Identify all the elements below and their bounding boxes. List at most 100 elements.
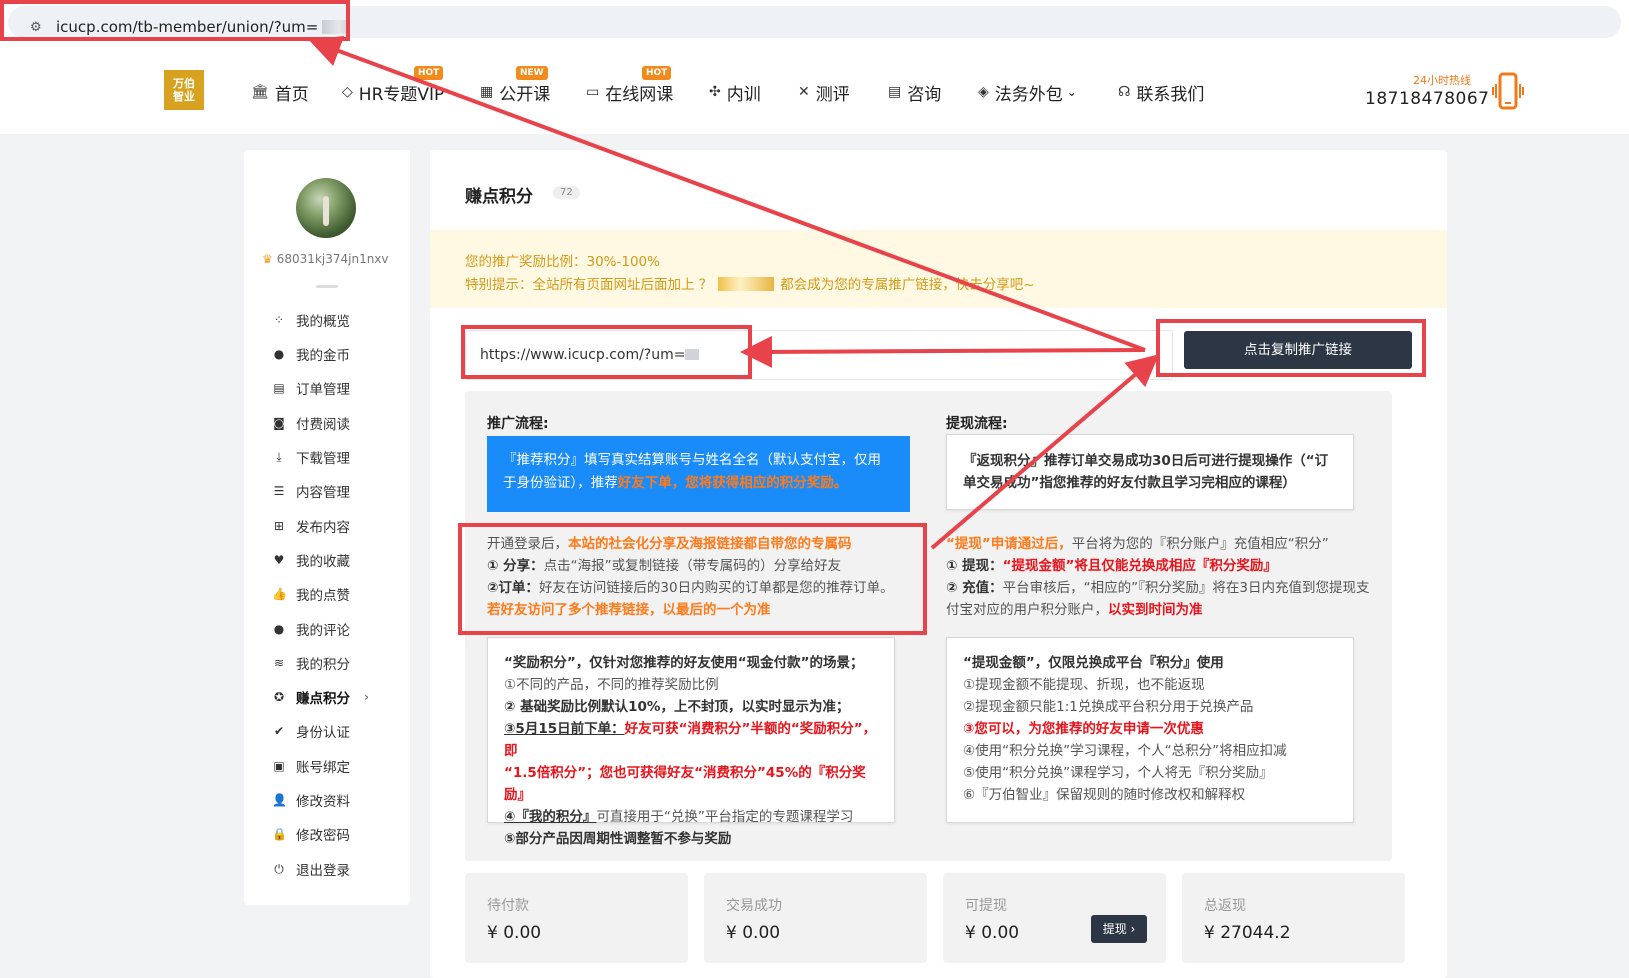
sidebar-item-orders[interactable]: ▤ 订单管理 xyxy=(272,378,350,398)
special-tip: 特别提示：全站所有页面网址后面加上 ？ 都会成为您的专属推广链接，快去分享吧~ xyxy=(465,273,1035,293)
chevron-down-icon: ⌄ xyxy=(1066,85,1077,99)
phone-icon xyxy=(1492,72,1524,110)
rule-line: ④使用“积分兑换”学习课程，个人“总积分”将相应扣减 xyxy=(963,743,1287,759)
avatar[interactable] xyxy=(296,178,356,238)
rule-line: 可直接用于“兑换”平台指定的专题课程学习 xyxy=(596,809,854,825)
nav-label: 法务外包 xyxy=(994,84,1063,105)
sidebar-item-paid-reading[interactable]: ◙ 付费阅读 xyxy=(272,413,350,433)
nav-label: 测评 xyxy=(815,84,850,105)
sidebar-item-downloads[interactable]: ⤓ 下载管理 xyxy=(272,447,350,468)
rule-line: ④『我的积分』 xyxy=(504,809,597,825)
rule-line: ①提现金额不能提现、折现，也不能返现 xyxy=(963,677,1205,693)
coin-icon: ● xyxy=(273,347,285,361)
promotion-steps: 开通登录后，本站的社会化分享及海报链接都自带您的专属码 ① 分享：点击“海报”或… xyxy=(487,533,917,621)
new-badge: NEW xyxy=(516,66,548,80)
power-icon: ⏻ xyxy=(274,861,284,876)
sidebar-item-label: 发布内容 xyxy=(296,520,350,536)
tools-icon: ✕ xyxy=(798,84,810,100)
cashback-text: 『返现积分』推荐订单交易成功30日后可进行提现操作（“订单交易成功”指您推荐的好… xyxy=(963,453,1329,491)
sidebar-item-logout[interactable]: ⏻ 退出登录 xyxy=(272,859,350,880)
sidebar-item-label: 内容管理 xyxy=(296,485,350,501)
sidebar-item-overview[interactable]: ⁘ 我的概览 xyxy=(272,310,350,330)
rule-line: ② 基础奖励比例默认10%，上不封顶，以实时显示为准； xyxy=(504,699,850,715)
sidebar-item-label: 退出登录 xyxy=(296,863,350,879)
sidebar-item-publish[interactable]: ⊞ 发布内容 xyxy=(272,516,350,536)
withdraw-amount-rules: “提现金额”，仅限兑换成平台『积分』使用 ①提现金额不能提现、折现，也不能返现 … xyxy=(946,637,1354,823)
tip-part-b: 都会成为您的专属推广链接，快去分享吧~ xyxy=(780,277,1035,293)
crown-icon: ♛ xyxy=(262,252,273,266)
sidebar-item-verification[interactable]: ✔ 身份认证 xyxy=(272,721,350,741)
sidebar-item-label: 赚点积分 xyxy=(296,691,350,707)
withdraw-steps: “提现”申请通过后，平台将为您的『积分账户』充值相应“积分” ① 提现：“提现金… xyxy=(946,533,1376,621)
monitor-icon: ▭ xyxy=(586,84,600,100)
nav-public-class[interactable]: NEW ▦ 公开课 xyxy=(480,66,550,105)
puzzle-icon: ✣ xyxy=(709,84,721,100)
redacted-code xyxy=(718,277,775,291)
nav-online-course[interactable]: HOT ▭ 在线网课 xyxy=(586,66,673,105)
bank-icon: 🏛 xyxy=(251,84,269,100)
rule-highlight: ③您可以，为您推荐的好友申请一次优惠 xyxy=(963,721,1204,737)
copy-link-button[interactable]: 点击复制推广链接 xyxy=(1184,331,1412,369)
book-icon: ◙ xyxy=(273,416,285,430)
step-label: ① 提现： xyxy=(946,558,1003,574)
nav-hr-vip[interactable]: HOT ◇ HR专题VIP xyxy=(342,66,444,105)
promotion-title: 推广流程: xyxy=(487,416,549,432)
step-label: ② 充值： xyxy=(946,580,1003,596)
nav-contact[interactable]: ☊ 联系我们 xyxy=(1118,80,1204,105)
step-text: 好友在访问链接后的30日内购买的订单都是您的推荐订单。 xyxy=(538,580,894,596)
step-text: 开通登录后， xyxy=(487,536,568,552)
grid-icon: ⁘ xyxy=(273,313,285,327)
sidebar-item-label: 我的积分 xyxy=(296,657,350,673)
promotion-process-panel: 推广流程: 『推荐积分』填写真实结算账号与姓名全名（默认支付宝，仅用于身份验证）… xyxy=(465,391,933,861)
stat-total-cashback: 总返现 ¥ 27044.2 xyxy=(1182,873,1405,963)
coins-stack-icon: ≋ xyxy=(273,656,285,670)
redacted-code xyxy=(322,20,351,34)
sidebar-item-favorites[interactable]: ♥ 我的收藏 xyxy=(272,550,350,570)
step-text: 点击“海报”或复制链接（带专属码的）分享给好友 xyxy=(543,558,842,574)
blue-text-b: 好友下单，您将获得相应的积分奖励。 xyxy=(617,475,848,491)
sidebar-item-label: 我的收藏 xyxy=(296,554,350,570)
url-field[interactable]: ⚙ icucp.com/tb-member/union/?um= xyxy=(8,6,1621,38)
nav-legal[interactable]: ◈ 法务外包 ⌄ xyxy=(978,80,1077,105)
url-text[interactable]: icucp.com/tb-member/union/?um= xyxy=(56,18,351,36)
nav-training[interactable]: ✣ 内训 xyxy=(709,80,761,105)
lock-icon: 🔒 xyxy=(272,827,287,841)
rule-line: ①不同的产品，不同的推荐奖励比例 xyxy=(504,677,719,693)
sidebar-item-password[interactable]: 🔒 修改密码 xyxy=(272,824,350,844)
promo-link-input[interactable]: https://www.icucp.com/?um= xyxy=(465,330,1173,380)
rule-line: “奖励积分”，仅针对您推荐的好友使用“现金付款”的场景； xyxy=(504,655,864,671)
reward-ratio-text: 您的推广奖励比例：30%-100% xyxy=(465,254,660,270)
recommend-points-box: 『推荐积分』填写真实结算账号与姓名全名（默认支付宝，仅用于身份验证），推荐好友下… xyxy=(487,436,910,512)
comment-icon: ● xyxy=(273,622,285,636)
withdraw-button[interactable]: 提现 › xyxy=(1091,915,1147,943)
nav-home[interactable]: 🏛 首页 xyxy=(251,80,309,105)
site-header: 万伯 智业 🏛 首页 HOT ◇ HR专题VIP NEW ▦ 公开课 HOT ▭ 在线网课 ✣ 内… xyxy=(0,44,1629,134)
step-highlight: 本站的社会化分享及海报链接都自带您的专属码 xyxy=(568,536,852,552)
reward-points-rules: “奖励积分”，仅针对您推荐的好友使用“现金付款”的场景； ①不同的产品，不同的推… xyxy=(487,637,895,847)
sidebar-item-earn-points[interactable]: ✪ 赚点积分 › xyxy=(272,687,369,707)
sidebar-item-binding[interactable]: ▣ 账号绑定 xyxy=(272,756,350,776)
stat-successful-trade: 交易成功 ¥ 0.00 xyxy=(704,873,927,963)
step-label: ②订单： xyxy=(487,580,539,596)
rule-line: ③5月15日前下单： xyxy=(504,721,625,737)
site-logo[interactable]: 万伯 智业 xyxy=(164,70,204,110)
sidebar-item-edit-profile[interactable]: 👤 修改资料 xyxy=(272,790,350,810)
nav-consult[interactable]: ▤ 咨询 xyxy=(888,80,941,105)
sidebar-item-comments[interactable]: ● 我的评论 xyxy=(272,619,350,639)
sidebar-item-label: 身份认证 xyxy=(296,725,350,741)
nav-label: 内训 xyxy=(726,84,761,105)
badge-check-icon: ✔ xyxy=(273,724,285,738)
sidebar-item-likes[interactable]: 👍 我的点赞 xyxy=(272,584,350,604)
promo-link-value: https://www.icucp.com/?um= xyxy=(480,347,686,363)
plus-square-icon: ⊞ xyxy=(273,519,285,533)
nav-assessment[interactable]: ✕ 测评 xyxy=(798,80,850,105)
sidebar-item-label: 我的概览 xyxy=(296,314,350,330)
sidebar-item-label: 付费阅读 xyxy=(296,417,350,433)
site-settings-icon[interactable]: ⚙ xyxy=(30,20,46,36)
hot-badge: HOT xyxy=(414,66,444,80)
sidebar-item-gold[interactable]: ● 我的金币 xyxy=(272,344,350,364)
sidebar-item-points[interactable]: ≋ 我的积分 xyxy=(272,653,350,673)
sidebar-item-content[interactable]: ☰ 内容管理 xyxy=(272,481,350,501)
hotline-number[interactable]: 18718478067 xyxy=(1365,89,1489,109)
rule-line: “提现金额”，仅限兑换成平台『积分』使用 xyxy=(963,655,1224,671)
